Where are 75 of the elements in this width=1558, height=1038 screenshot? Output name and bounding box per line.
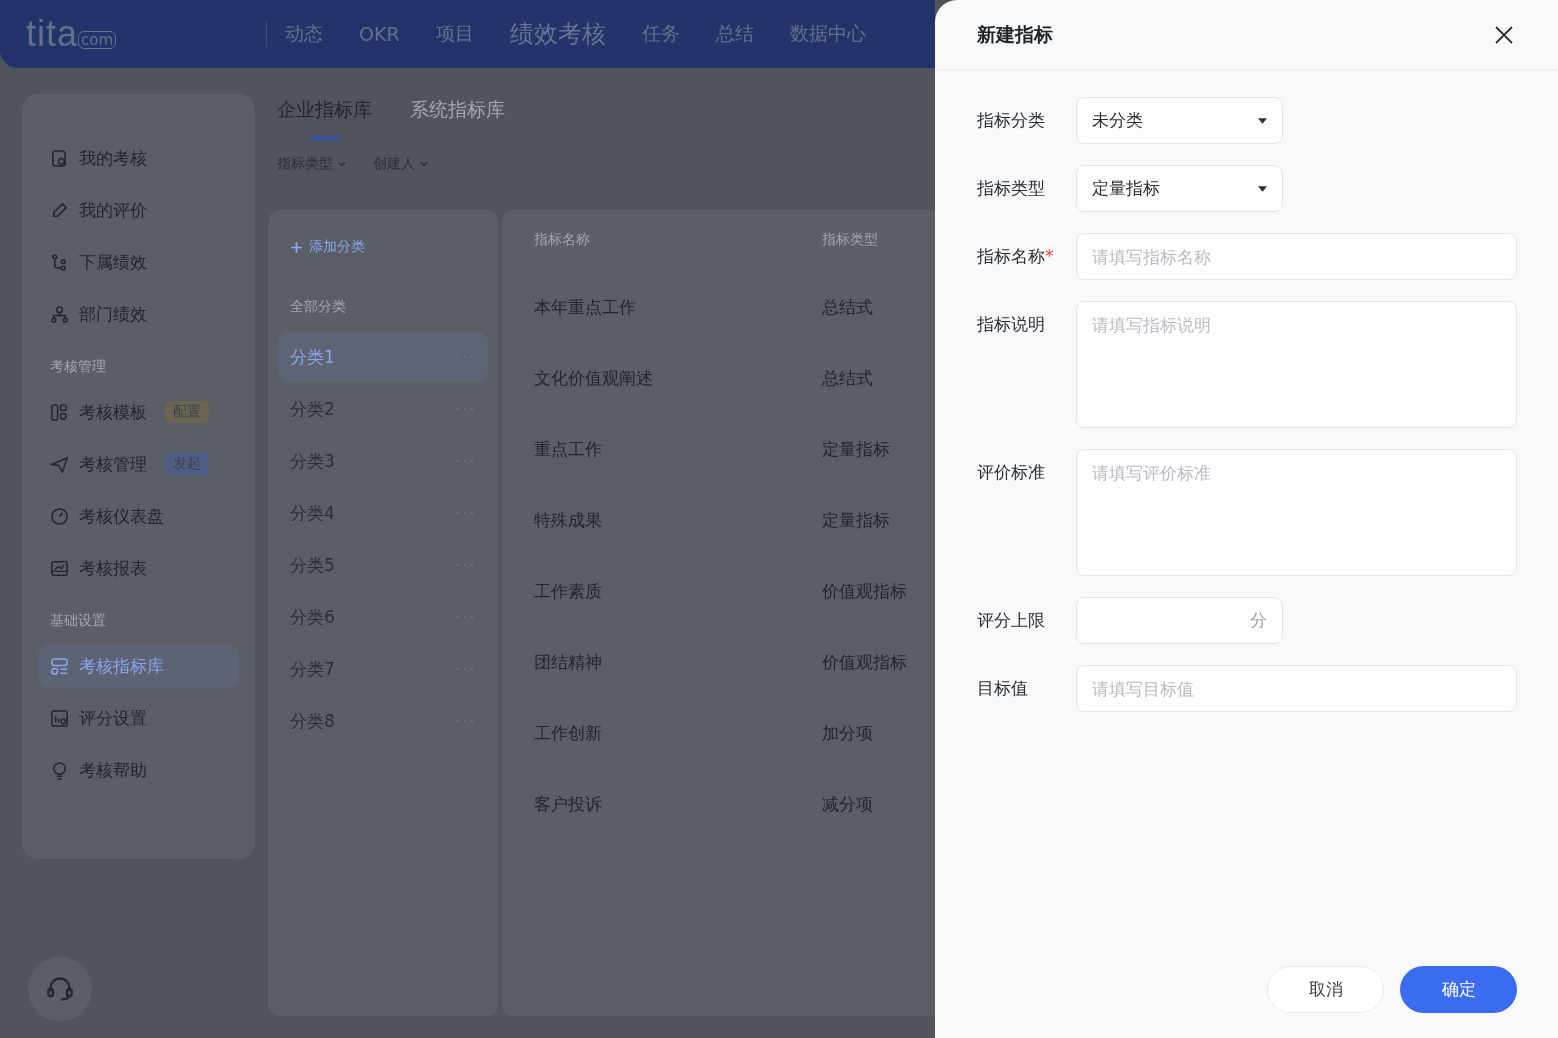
- close-icon[interactable]: [1494, 24, 1514, 45]
- nav-tab[interactable]: 项目: [435, 21, 474, 47]
- nav-tab[interactable]: 数据中心: [789, 21, 866, 47]
- table-cell: 总结式: [822, 366, 873, 390]
- sidebar-item[interactable]: 我的评价: [38, 188, 239, 232]
- add-category-link[interactable]: 添加分类: [278, 236, 488, 258]
- field-label: 评价标准: [977, 461, 1046, 484]
- table-cell: 定量指标: [822, 437, 890, 461]
- input-field[interactable]: 请填写指标名称: [1076, 233, 1517, 280]
- logo[interactable]: tita com: [26, 16, 266, 52]
- nav-tab[interactable]: OKR: [359, 23, 400, 45]
- category-item[interactable]: 分类1: [278, 332, 488, 382]
- nav-tab[interactable]: 绩效考核: [509, 18, 606, 50]
- people-icon: [50, 304, 69, 324]
- section-heading: 基础设置: [49, 611, 107, 630]
- sidebar-item[interactable]: 部门绩效: [38, 292, 239, 336]
- sidebar-item[interactable]: 考核仪表盘: [38, 494, 239, 538]
- table-cell: 定量指标: [822, 508, 890, 532]
- field-label: 指标名称*: [977, 245, 1055, 268]
- section-heading: 考核管理: [49, 357, 107, 376]
- table-cell-text: 重点工作: [534, 437, 603, 461]
- table-cell: 价值观指标: [822, 579, 907, 603]
- text-area[interactable]: 请填写指标说明: [1076, 301, 1517, 428]
- table-cell: 减分项: [822, 792, 873, 816]
- chart-icon: [50, 558, 69, 578]
- table-cell-text: 客户投诉: [534, 792, 603, 816]
- nav-tab[interactable]: 任务: [641, 21, 680, 47]
- table-cell: 总结式: [822, 295, 873, 319]
- table-cell: 加分项: [822, 721, 873, 745]
- field-label: 目标值: [977, 677, 1029, 700]
- nav-tab[interactable]: 动态: [285, 21, 323, 47]
- table-cell: 价值观指标: [822, 650, 907, 674]
- caret-icon: [1258, 185, 1267, 192]
- grid-icon: [50, 402, 69, 422]
- table-cell-text: 特殊成果: [534, 508, 603, 532]
- cancel-button[interactable]: 取消: [1267, 966, 1384, 1013]
- field-label: 指标说明: [977, 313, 1046, 336]
- gauge-icon: [50, 506, 69, 526]
- sidebar-item[interactable]: 考核帮助: [38, 748, 239, 792]
- sidebar-item[interactable]: 下属绩效: [38, 240, 239, 284]
- plus-icon: [290, 240, 303, 254]
- input-field[interactable]: 请填写目标值: [1076, 665, 1517, 712]
- select-field[interactable]: 未分类: [1076, 97, 1283, 144]
- field-label: 指标分类: [977, 109, 1046, 132]
- table-cell-text: 工作创新: [534, 721, 603, 745]
- pen-icon: [50, 200, 69, 220]
- column-header: 指标名称: [534, 231, 591, 249]
- table-cell-text: 本年重点工作: [534, 295, 637, 319]
- table-cell-text: 工作素质: [534, 579, 603, 603]
- nav-tab[interactable]: 总结: [715, 21, 754, 47]
- table-cell-text: 团结精神: [534, 650, 603, 674]
- table-cell-text: 文化价值观阐述: [534, 366, 654, 390]
- branch-icon: [50, 252, 69, 272]
- chevron-icon: [337, 159, 347, 169]
- bulb-icon: [50, 760, 69, 780]
- sidebar-item[interactable]: 我的考核: [38, 136, 239, 180]
- sidebar-item[interactable]: 评分设置: [38, 696, 239, 740]
- field-label: 评分上限: [977, 609, 1046, 632]
- field-label: 指标类型: [977, 177, 1046, 200]
- list-icon: [50, 656, 69, 676]
- sidebar-item[interactable]: 考核报表: [38, 546, 239, 590]
- drawer-title: 新建指标: [977, 21, 1053, 47]
- sidebar-item[interactable]: 考核指标库: [38, 644, 239, 688]
- column-header: 指标类型: [822, 231, 878, 249]
- headset-icon: [46, 975, 74, 1003]
- tab[interactable]: 系统指标库: [410, 96, 505, 140]
- clipboard-icon: [50, 148, 69, 168]
- send-icon: [50, 454, 69, 474]
- caret-icon: [1258, 117, 1267, 124]
- confirm-button[interactable]: 确定: [1400, 966, 1517, 1013]
- chevron-icon: [419, 159, 429, 169]
- category-heading: 全部分类: [289, 297, 347, 316]
- text-area[interactable]: 请填写评价标准: [1076, 449, 1517, 576]
- number-field[interactable]: 分: [1076, 597, 1283, 644]
- select-field[interactable]: 定量指标: [1076, 165, 1283, 212]
